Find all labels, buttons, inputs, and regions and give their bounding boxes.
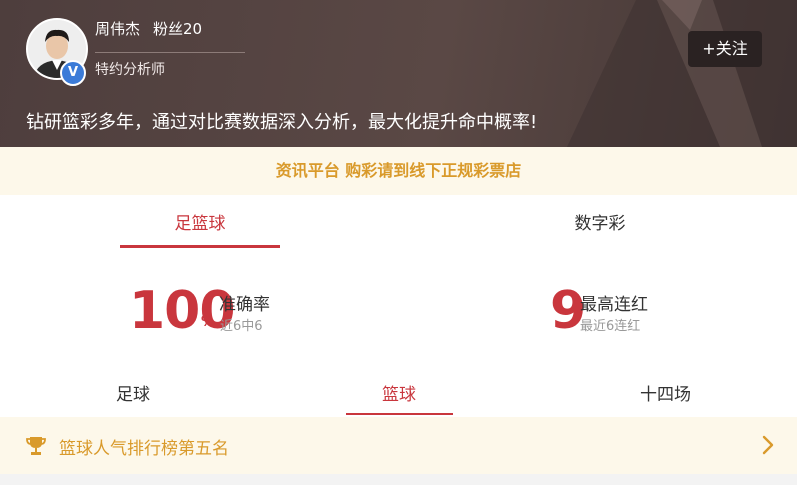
trophy-icon bbox=[26, 437, 46, 455]
chevron-right-icon bbox=[762, 435, 774, 455]
tab-football[interactable]: 足球 bbox=[116, 380, 150, 405]
analyst-role: 特约分析师 bbox=[95, 62, 165, 78]
fans-count: 粉丝20 bbox=[153, 20, 203, 38]
tab-active-indicator bbox=[120, 245, 280, 248]
sub-tab-active-indicator bbox=[346, 413, 453, 415]
stats-card: 足篮球 数字彩 100 % 准确率 近6中6 9 最高连红 最近6连红 足球 篮… bbox=[0, 195, 797, 417]
profile-header: V 周伟杰 粉丝20 特约分析师 +关注 钻研篮彩多年，通过对比赛数据深入分析，… bbox=[0, 0, 797, 147]
accuracy-label: 准确率 bbox=[219, 295, 270, 315]
tab-fourteen-matches[interactable]: 十四场 bbox=[640, 380, 691, 405]
analyst-motto: 钻研篮彩多年，通过对比赛数据深入分析，最大化提升命中概率! bbox=[26, 112, 538, 133]
tab-digital-lottery[interactable]: 数字彩 bbox=[520, 209, 680, 234]
notice-banner: 资讯平台 购彩请到线下正规彩票店 bbox=[0, 147, 797, 195]
tab-basketball[interactable]: 篮球 bbox=[382, 380, 416, 405]
verified-badge-icon: V bbox=[60, 60, 86, 86]
analyst-name: 周伟杰 bbox=[95, 20, 141, 38]
ranking-text: 篮球人气排行榜第五名 bbox=[59, 439, 229, 459]
streak-label: 最高连红 bbox=[580, 295, 648, 315]
streak-detail: 最近6连红 bbox=[580, 319, 641, 334]
accuracy-detail: 近6中6 bbox=[220, 319, 263, 334]
follow-button[interactable]: +关注 bbox=[688, 31, 762, 67]
divider bbox=[95, 52, 245, 53]
tab-football-basketball[interactable]: 足篮球 bbox=[120, 209, 280, 234]
accuracy-unit: % bbox=[201, 314, 216, 330]
ranking-banner[interactable]: 篮球人气排行榜第五名 bbox=[0, 417, 797, 474]
